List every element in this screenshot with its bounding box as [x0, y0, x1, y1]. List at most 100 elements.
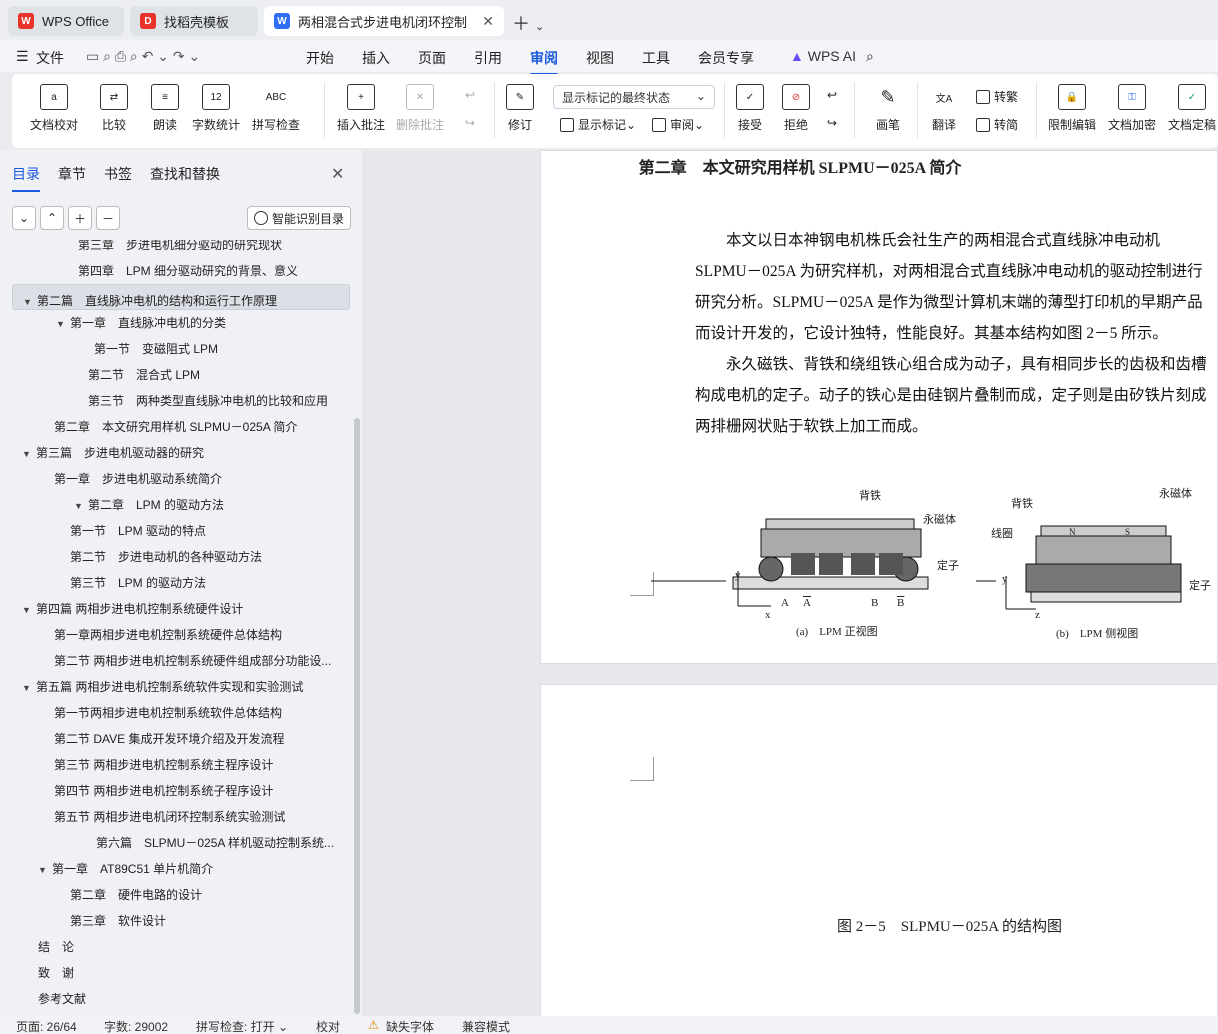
- insert-comment-button[interactable]: + 插入批注: [337, 84, 385, 133]
- delete-comment-button[interactable]: ✕ 删除批注: [396, 84, 444, 133]
- show-markup-button[interactable]: 显示标记 ⌄: [560, 116, 636, 133]
- menu-page[interactable]: 页面: [418, 48, 446, 68]
- expand-toggle-icon[interactable]: ▼: [22, 597, 36, 622]
- menu-tools[interactable]: 工具: [642, 48, 670, 68]
- wps-ai-button[interactable]: ▲ WPS AI: [790, 48, 856, 64]
- toc-item[interactable]: 第三章 步进电机细分驱动的研究现状: [0, 240, 350, 258]
- to-traditional-button[interactable]: 转繁: [976, 88, 1018, 105]
- file-menu[interactable]: 文件: [36, 48, 64, 68]
- close-tab-icon[interactable]: ✕: [482, 13, 494, 30]
- search-icon[interactable]: ⌕: [866, 48, 874, 65]
- next-comment-icon[interactable]: ↪: [465, 116, 475, 130]
- pen-button[interactable]: ✎ 画笔: [874, 84, 902, 133]
- toc-item[interactable]: 第四节 两相步进电机控制系统子程序设计: [0, 778, 350, 804]
- tab-wps-office[interactable]: W WPS Office: [8, 6, 124, 36]
- tab-document[interactable]: W 两相混合式步进电机闭环控制系 ✕: [264, 6, 504, 36]
- toc-item[interactable]: 第五节 两相步进电机闭环控制系统实验测试: [0, 804, 350, 830]
- toc-item[interactable]: 第二章 硬件电路的设计: [0, 882, 350, 908]
- restrict-editing-button[interactable]: 🔒 限制编辑: [1048, 84, 1096, 133]
- expand-toggle-icon[interactable]: ▼: [22, 675, 36, 700]
- toc-item[interactable]: 第一章两相步进电机控制系统硬件总体结构: [0, 622, 350, 648]
- word-count-button[interactable]: 12 字数统计: [192, 84, 240, 133]
- missing-font-status[interactable]: 缺失字体: [386, 1018, 434, 1034]
- toc-item[interactable]: 结 论: [0, 934, 350, 960]
- to-simplified-button[interactable]: 转简: [976, 116, 1018, 133]
- expand-toggle-icon[interactable]: ▼: [38, 857, 52, 882]
- toc-item[interactable]: 第二章 本文研究用样机 SLPMU－025A 简介: [0, 414, 350, 440]
- menu-insert[interactable]: 插入: [362, 48, 390, 68]
- toc-item[interactable]: ▼ 第四篇 两相步进电机控制系统硬件设计: [0, 596, 350, 622]
- reject-button[interactable]: ⊘ 拒绝: [782, 84, 810, 133]
- close-pane-icon[interactable]: ✕: [331, 164, 344, 184]
- toc-item[interactable]: ▼ 第一章 AT89C51 单片机简介: [0, 856, 350, 882]
- toc-item[interactable]: 第一节两相步进电机控制系统软件总体结构: [0, 700, 350, 726]
- toc-item[interactable]: 第三章 软件设计: [0, 908, 350, 934]
- collapse-all-button[interactable]: ⌄: [12, 206, 36, 230]
- toc-item-label: 第二节 DAVE 集成开发环境介绍及开发流程: [54, 732, 285, 746]
- menu-view[interactable]: 视图: [586, 48, 614, 68]
- toc-item[interactable]: ▼ 第三篇 步进电机驱动器的研究: [0, 440, 350, 466]
- word-count-status[interactable]: 字数: 29002: [104, 1018, 168, 1034]
- quick-access-icons[interactable]: ▭ ⌕ ⎙ ⌕ ↶ ⌄ ↷ ⌄: [86, 48, 200, 65]
- menu-reference[interactable]: 引用: [474, 48, 502, 68]
- expand-toggle-icon[interactable]: ▼: [22, 441, 36, 466]
- toc-item[interactable]: 第三节 LPM 的驱动方法: [0, 570, 350, 596]
- toc-item[interactable]: 第一节 LPM 驱动的特点: [0, 518, 350, 544]
- toc-item[interactable]: ▼ 第二篇 直线脉冲电机的结构和运行工作原理: [12, 284, 350, 310]
- toc-item[interactable]: 第二节 DAVE 集成开发环境介绍及开发流程: [0, 726, 350, 752]
- tab-chapters[interactable]: 章节: [58, 164, 86, 192]
- fig-label: 背铁: [1011, 498, 1033, 510]
- next-change-icon[interactable]: ↪: [827, 116, 837, 130]
- tab-find-replace[interactable]: 查找和替换: [150, 164, 220, 192]
- menu-review[interactable]: 审阅: [530, 48, 558, 76]
- review-pane-button[interactable]: 审阅 ⌄: [652, 116, 704, 133]
- expand-toggle-icon[interactable]: ▼: [74, 493, 88, 518]
- toc-item[interactable]: 第六篇 SLPMU－025A 样机驱动控制系统...: [0, 830, 350, 856]
- expand-toggle-icon[interactable]: ▼: [23, 289, 37, 309]
- encrypt-document-button[interactable]: ⚿ 文档加密: [1108, 84, 1156, 133]
- markup-state-select[interactable]: 显示标记的最终状态 ⌄: [553, 85, 715, 109]
- toc-item[interactable]: 第二节 步进电动机的各种驱动方法: [0, 544, 350, 570]
- toc-item-label: 第四章 LPM 细分驱动研究的背景、意义: [78, 264, 299, 278]
- toc-item[interactable]: ▼ 第二章 LPM 的驱动方法: [0, 492, 350, 518]
- toc-item[interactable]: 第三节 两种类型直线脉冲电机的比较和应用: [0, 388, 350, 414]
- toc-item[interactable]: 第四章 LPM 细分驱动研究的背景、意义: [0, 258, 350, 284]
- sidebar-scrollbar[interactable]: [354, 418, 360, 1014]
- toc-item[interactable]: 第二节 两相步进电机控制系统硬件组成部分功能设...: [0, 648, 350, 674]
- finalize-document-button[interactable]: ✓ 文档定稿: [1168, 84, 1216, 133]
- toc-item[interactable]: 第二节 混合式 LPM: [0, 362, 350, 388]
- prev-change-icon[interactable]: ↩: [827, 88, 837, 102]
- new-tab-button[interactable]: ＋ ⌄: [512, 10, 544, 36]
- proofread-button[interactable]: a 文档校对: [30, 84, 78, 133]
- toc-item[interactable]: 参考文献: [0, 986, 350, 1012]
- toc-item[interactable]: ▼ 第五篇 两相步进电机控制系统软件实现和实验测试: [0, 674, 350, 700]
- spell-check-status[interactable]: 拼写检查: 打开 ⌄: [196, 1018, 288, 1034]
- remove-level-button[interactable]: －: [96, 206, 120, 230]
- toc-item[interactable]: 第三节 两相步进电机控制系统主程序设计: [0, 752, 350, 778]
- compare-button[interactable]: ⇄ 比较: [100, 84, 128, 133]
- toc-item[interactable]: 第一节 变磁阻式 LPM: [0, 336, 350, 362]
- smart-toc-button[interactable]: 智能识别目录: [247, 206, 351, 230]
- tab-bookmarks[interactable]: 书签: [104, 164, 132, 192]
- spell-check-button[interactable]: ABC 拼写检查: [252, 84, 300, 133]
- tab-toc[interactable]: 目录: [12, 164, 40, 192]
- read-aloud-button[interactable]: ≡ 朗读: [151, 84, 179, 133]
- expand-toggle-icon[interactable]: ▼: [56, 311, 70, 336]
- toc-item[interactable]: 第一章 步进电机驱动系统简介: [0, 466, 350, 492]
- toc-item[interactable]: ▼ 第一章 直线脉冲电机的分类: [0, 310, 350, 336]
- add-level-button[interactable]: ＋: [68, 206, 92, 230]
- page-indicator[interactable]: 页面: 26/64: [16, 1018, 77, 1034]
- translate-button[interactable]: 文A 翻译: [930, 84, 958, 133]
- tab-docer[interactable]: D 找稻壳模板: [130, 6, 258, 36]
- toc-item[interactable]: 致 谢: [0, 960, 350, 986]
- prev-comment-icon[interactable]: ↩: [465, 88, 475, 102]
- expand-up-button[interactable]: ⌃: [40, 206, 64, 230]
- toc-item-label: 第一章 步进电机驱动系统简介: [54, 472, 223, 486]
- menu-start[interactable]: 开始: [306, 48, 334, 68]
- accept-button[interactable]: ✓ 接受: [736, 84, 764, 133]
- ribbon-toolbar: a 文档校对 ⇄ 比较 ≡ 朗读 12 字数统计 ABC 拼写检查 + 插入批注 ✕ 删除批注…: [12, 74, 1218, 148]
- hamburger-menu-icon[interactable]: ☰: [16, 48, 29, 65]
- track-changes-button[interactable]: ✎ 修订: [506, 84, 534, 133]
- menu-member[interactable]: 会员专享: [698, 48, 754, 68]
- proof-status[interactable]: 校对: [316, 1018, 340, 1034]
